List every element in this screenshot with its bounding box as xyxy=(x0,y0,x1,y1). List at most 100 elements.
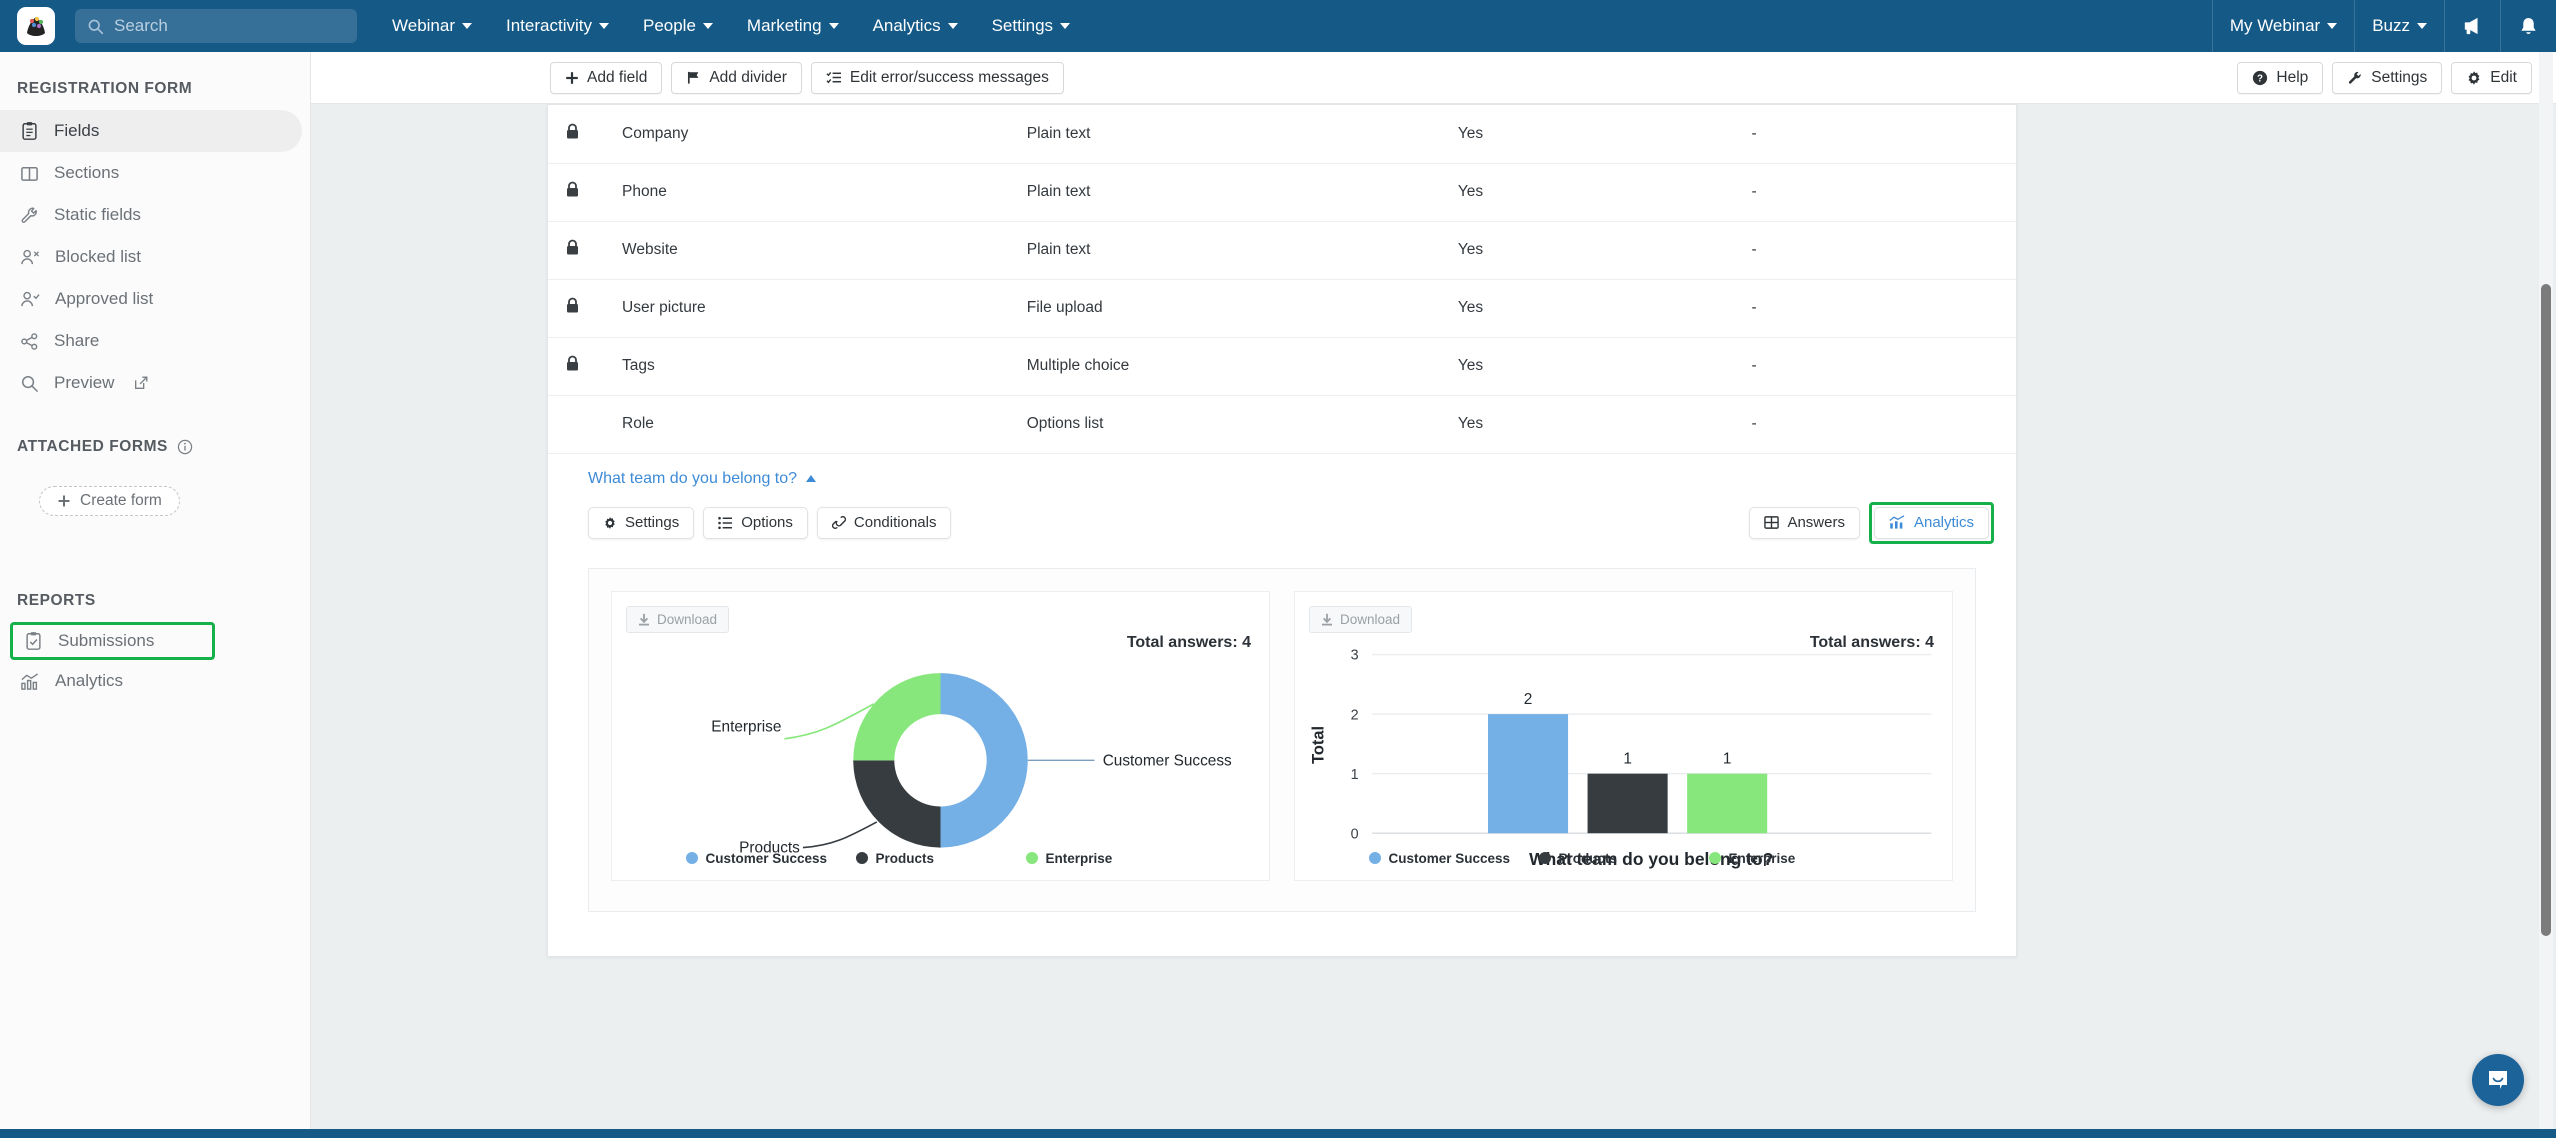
tab-analytics[interactable]: Analytics xyxy=(1873,506,1989,539)
chat-bubble-icon xyxy=(2489,1071,2507,1089)
ytick-2: 2 xyxy=(1351,707,1359,723)
legend-item[interactable]: Customer Success xyxy=(685,851,856,866)
settings-button[interactable]: Settings xyxy=(2332,61,2443,94)
global-search[interactable] xyxy=(75,9,357,43)
bar-value-customer-success: 2 xyxy=(1524,690,1533,707)
nav-label: Settings xyxy=(991,16,1054,35)
search-icon xyxy=(88,19,104,34)
field-name: Company xyxy=(622,105,1027,164)
create-form-button[interactable]: Create form xyxy=(39,486,180,516)
donut-slice-products xyxy=(853,759,941,848)
download-icon xyxy=(1322,613,1332,626)
question-block: What team do you belong to? Settings Opt… xyxy=(548,454,2016,956)
top-navigation-bar: Webinar Interactivity People Marketing A… xyxy=(0,0,2556,52)
nav-item-webinar[interactable]: Webinar xyxy=(375,0,489,52)
vertical-scrollbar[interactable] xyxy=(2539,52,2553,1130)
sidebar-item-label: Share xyxy=(54,331,100,350)
nav-item-marketing[interactable]: Marketing xyxy=(730,0,856,52)
info-icon[interactable] xyxy=(177,439,193,455)
add-divider-button[interactable]: Add divider xyxy=(671,61,802,94)
table-row[interactable]: Phone Plain text Yes - xyxy=(548,163,2016,222)
tab-options[interactable]: Options xyxy=(703,506,808,539)
lock-icon xyxy=(567,181,578,197)
nav-label: Analytics xyxy=(872,16,941,35)
bell-icon[interactable] xyxy=(2500,0,2556,52)
table-icon xyxy=(1764,516,1780,529)
nav-label: Interactivity xyxy=(506,16,592,35)
scrollbar-thumb[interactable] xyxy=(2541,284,2551,936)
wrench-icon xyxy=(21,207,37,223)
question-view-tabs: Answers Analytics xyxy=(1749,501,1994,544)
legend-item[interactable]: Enterprise xyxy=(1025,851,1196,866)
field-type: File upload xyxy=(1026,279,1458,338)
tab-settings[interactable]: Settings xyxy=(588,506,695,539)
tab-conditionals[interactable]: Conditionals xyxy=(816,506,952,539)
search-input[interactable] xyxy=(114,16,345,36)
table-row[interactable]: Company Plain text Yes - xyxy=(548,105,2016,164)
sidebar-item-approved-list[interactable]: Approved list xyxy=(0,278,302,320)
megaphone-icon[interactable] xyxy=(2444,0,2500,52)
legend-swatch-enterprise xyxy=(1025,852,1038,864)
attached-forms-label: ATTACHED FORMS xyxy=(17,438,168,455)
svg-text:?: ? xyxy=(2257,73,2263,84)
lock-cell-empty xyxy=(548,395,623,454)
lock-icon xyxy=(567,355,578,371)
nav-item-analytics[interactable]: Analytics xyxy=(856,0,975,52)
sidebar-item-label: Sections xyxy=(54,163,120,182)
nav-label: My Webinar xyxy=(2229,16,2321,35)
gear-icon xyxy=(2468,70,2480,85)
user-x-icon xyxy=(21,249,40,264)
lock-cell xyxy=(548,279,623,338)
chevron-down-icon xyxy=(1060,23,1071,29)
legend-item[interactable]: Products xyxy=(855,851,1026,866)
download-button-bar[interactable]: Download xyxy=(1309,605,1413,633)
chevron-down-icon xyxy=(2417,23,2427,29)
bar-chart-card: Download Total answers: 4 3 2 1 0 Total … xyxy=(1294,590,1953,881)
sidebar-item-submissions[interactable]: Submissions xyxy=(10,622,215,660)
sidebar-item-sections[interactable]: Sections xyxy=(0,152,302,194)
nav-item-settings[interactable]: Settings xyxy=(975,0,1087,52)
tab-label: Settings xyxy=(625,514,680,531)
nav-item-people[interactable]: People xyxy=(626,0,730,52)
nav-item-buzz[interactable]: Buzz xyxy=(2354,0,2444,52)
sidebar-item-label: Fields xyxy=(54,121,100,140)
table-row[interactable]: Website Plain text Yes - xyxy=(548,221,2016,280)
table-row[interactable]: User picture File upload Yes - xyxy=(548,279,2016,338)
sidebar-item-blocked-list[interactable]: Blocked list xyxy=(0,236,302,278)
download-label: Download xyxy=(1340,611,1401,627)
legend-swatch-enterprise xyxy=(1708,852,1721,864)
legend-swatch-products xyxy=(855,852,868,864)
sidebar-item-preview[interactable]: Preview xyxy=(0,362,302,404)
user-check-icon xyxy=(21,291,40,306)
sidebar-item-share[interactable]: Share xyxy=(0,320,302,362)
scroll-region[interactable]: Company Plain text Yes - Phone Plain tex… xyxy=(311,104,2556,1130)
tab-answers[interactable]: Answers xyxy=(1749,506,1860,539)
bell-glyph xyxy=(2521,17,2536,34)
app-logo-icon[interactable] xyxy=(17,7,55,45)
sidebar-item-static-fields[interactable]: Static fields xyxy=(0,194,302,236)
legend-item[interactable]: Products xyxy=(1538,851,1709,866)
nav-item-interactivity[interactable]: Interactivity xyxy=(489,0,626,52)
sidebar-item-analytics[interactable]: Analytics xyxy=(0,660,302,702)
table-row[interactable]: Role Options list Yes - xyxy=(548,395,2016,454)
chevron-down-icon xyxy=(702,23,713,29)
add-field-button[interactable]: Add field xyxy=(550,61,663,94)
lock-cell xyxy=(548,163,623,222)
legend-label: Customer Success xyxy=(1388,850,1511,866)
edit-button[interactable]: Edit xyxy=(2451,61,2532,94)
edit-messages-button[interactable]: Edit error/success messages xyxy=(810,61,1064,94)
sidebar-item-fields[interactable]: Fields xyxy=(0,110,302,152)
field-name: Role xyxy=(622,395,1027,454)
nav-item-my-webinar[interactable]: My Webinar xyxy=(2211,0,2354,52)
button-label: Edit xyxy=(2490,68,2517,86)
legend-item[interactable]: Enterprise xyxy=(1708,851,1879,866)
chat-launcher-button[interactable] xyxy=(2472,1054,2524,1106)
question-title[interactable]: What team do you belong to? xyxy=(588,470,817,488)
sidebar-section-registration-form: REGISTRATION FORM xyxy=(17,80,193,97)
sidebar-item-label: Preview xyxy=(54,373,115,392)
legend-item[interactable]: Customer Success xyxy=(1368,850,1539,866)
help-button[interactable]: ? Help xyxy=(2237,61,2324,94)
toolbar-left-group: Add field Add divider Edit error/success… xyxy=(550,61,1064,94)
download-button-donut[interactable]: Download xyxy=(626,605,730,633)
table-row[interactable]: Tags Multiple choice Yes - xyxy=(548,337,2016,396)
